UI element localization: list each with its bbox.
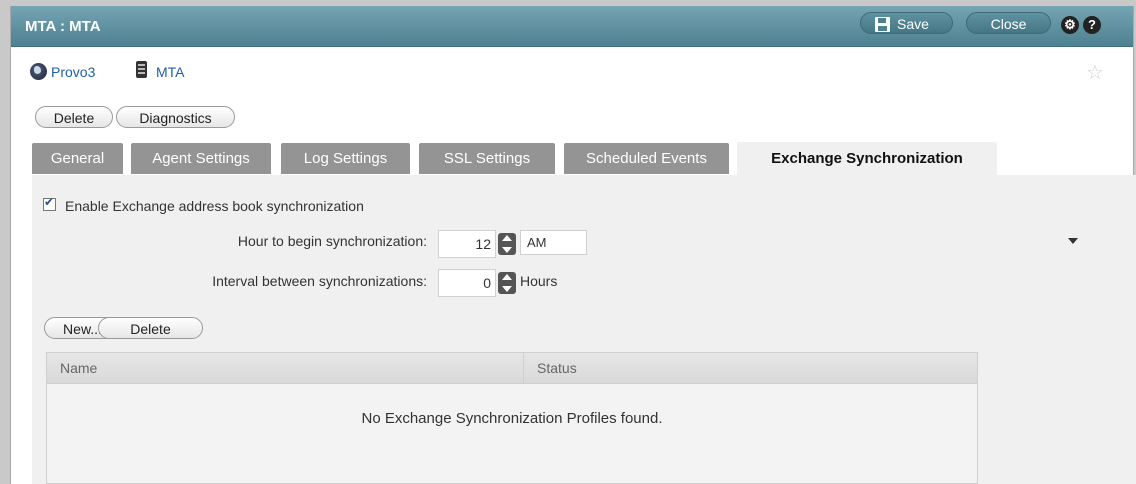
enable-sync-checkbox[interactable]	[43, 195, 56, 211]
tab-general[interactable]: General	[32, 143, 123, 174]
breadcrumb-provo3[interactable]: Provo3	[51, 64, 95, 80]
breadcrumb-mta[interactable]: MTA	[156, 64, 185, 80]
help-icon[interactable]: ?	[1083, 16, 1101, 34]
hour-spinner[interactable]	[498, 233, 516, 255]
table-header: Name Status	[47, 353, 977, 384]
floppy-disk-icon	[875, 17, 890, 32]
tab-scheduled-events[interactable]: Scheduled Events	[564, 143, 729, 174]
window-title: MTA : MTA	[25, 18, 101, 35]
profiles-table: Name Status No Exchange Synchronization …	[46, 352, 978, 484]
close-button[interactable]: Close	[966, 12, 1051, 34]
title-bar: MTA : MTA Save Close ⚙ ?	[11, 6, 1133, 47]
server-icon	[136, 61, 147, 78]
hour-label: Hour to begin synchronization:	[237, 233, 427, 249]
diagnostics-button[interactable]: Diagnostics	[116, 106, 235, 128]
empty-table-message: No Exchange Synchronization Profiles fou…	[361, 410, 663, 427]
tab-ssl-settings[interactable]: SSL Settings	[419, 143, 555, 174]
interval-spinner[interactable]	[498, 272, 516, 294]
column-name[interactable]: Name	[60, 360, 97, 376]
ampm-value: AM	[527, 235, 547, 250]
star-icon[interactable]: ☆	[1086, 60, 1104, 85]
tab-log-settings[interactable]: Log Settings	[281, 143, 410, 174]
tab-exchange-synchronization[interactable]: Exchange Synchronization	[737, 142, 997, 175]
chevron-down-icon	[1068, 238, 1078, 244]
interval-label: Interval between synchronizations:	[212, 273, 427, 289]
column-divider	[523, 353, 524, 383]
gear-icon[interactable]: ⚙	[1061, 16, 1079, 34]
save-label: Save	[897, 16, 929, 32]
delete-profile-button[interactable]: Delete	[98, 317, 203, 339]
interval-input[interactable]: 0	[438, 269, 496, 297]
mta-window: MTA : MTA Save Close ⚙ ? Provo3 MTA ☆ De…	[10, 6, 1136, 484]
interval-unit: Hours	[520, 273, 558, 289]
ampm-select[interactable]: AM	[520, 230, 1078, 255]
hour-input[interactable]: 12	[438, 230, 496, 258]
globe-icon	[30, 63, 47, 80]
save-button[interactable]: Save	[860, 12, 953, 34]
tab-agent-settings[interactable]: Agent Settings	[131, 143, 271, 174]
column-status[interactable]: Status	[537, 360, 577, 376]
delete-button[interactable]: Delete	[35, 106, 113, 128]
enable-sync-label: Enable Exchange address book synchroniza…	[65, 198, 364, 214]
